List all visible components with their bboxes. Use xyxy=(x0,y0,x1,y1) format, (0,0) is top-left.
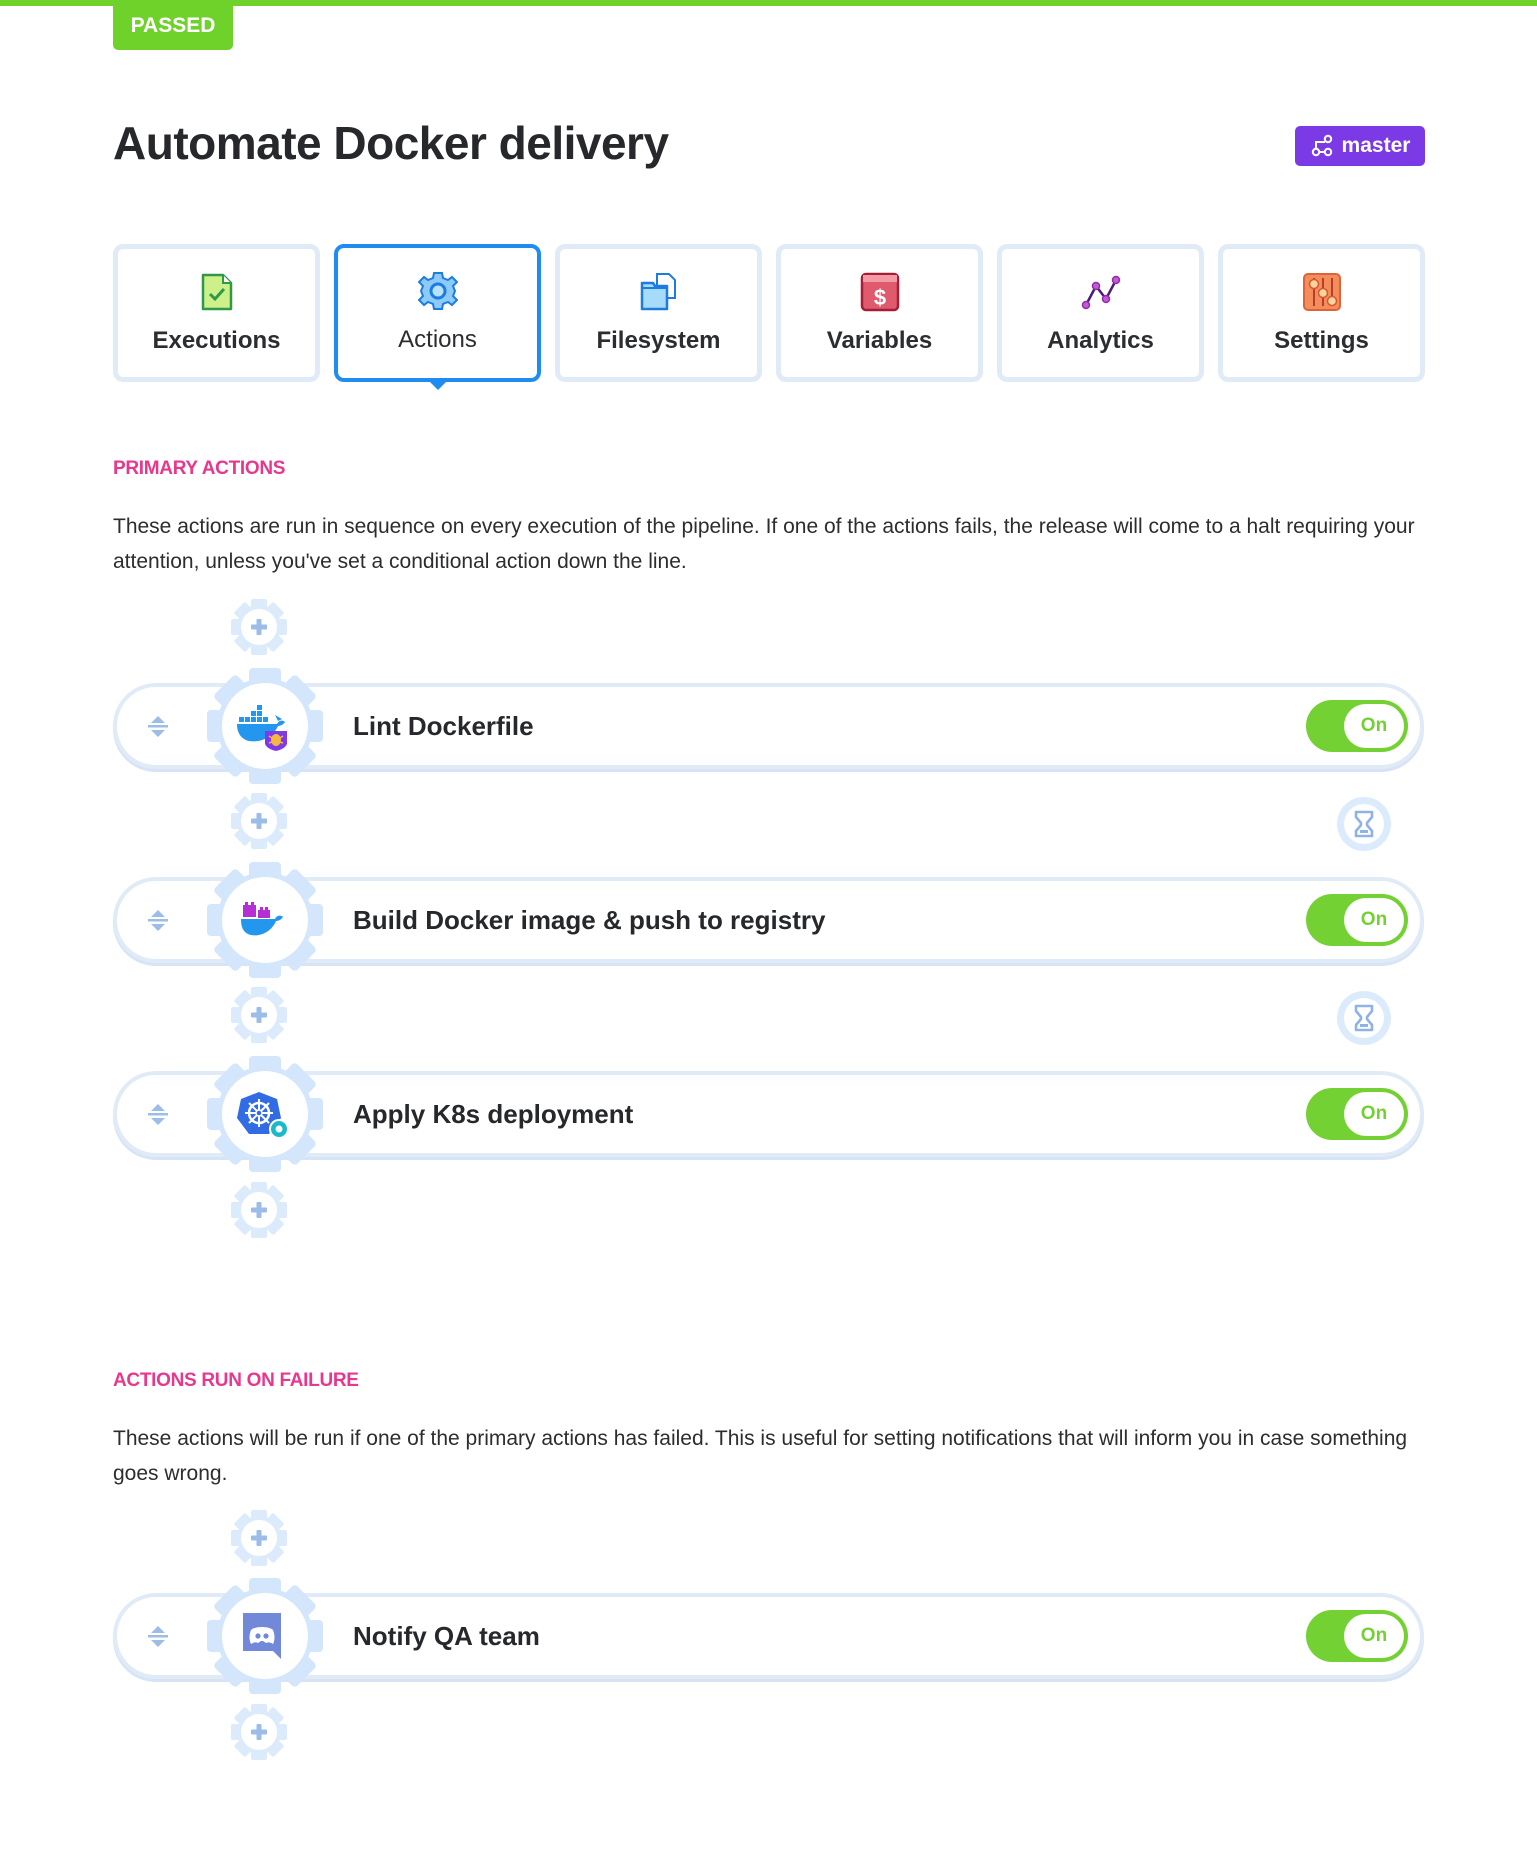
discord-icon xyxy=(243,1613,281,1659)
drag-handle-icon[interactable] xyxy=(143,1621,173,1651)
toggle-label: On xyxy=(1344,1614,1404,1658)
folder-files-icon xyxy=(638,271,680,313)
action-name: Notify QA team xyxy=(353,1621,540,1651)
docker-lint-icon xyxy=(237,705,287,751)
toggle-label: On xyxy=(1344,704,1404,748)
tab-variables[interactable]: $ Variables xyxy=(776,244,983,382)
drag-handle-icon[interactable] xyxy=(143,711,173,741)
drag-handle-icon[interactable] xyxy=(143,905,173,935)
action-toggle[interactable]: On xyxy=(1306,1610,1408,1662)
tab-label: Executions xyxy=(152,327,281,354)
toggle-label: On xyxy=(1344,1092,1404,1136)
page-title: Automate Docker delivery xyxy=(113,117,669,169)
primary-actions-heading: PRIMARY ACTIONS xyxy=(113,458,286,479)
tab-actions[interactable]: Actions xyxy=(334,244,541,390)
status-badge: PASSED xyxy=(113,0,233,50)
action-name: Build Docker image & push to registry xyxy=(353,905,826,935)
failure-actions-heading: ACTIONS RUN ON FAILURE xyxy=(113,1370,359,1391)
tab-settings[interactable]: Settings xyxy=(1218,244,1425,382)
tab-analytics[interactable]: Analytics xyxy=(997,244,1204,382)
toggle-label: On xyxy=(1344,898,1404,942)
action-toggle[interactable]: On xyxy=(1306,894,1408,946)
primary-actions-description: These actions are run in sequence on eve… xyxy=(113,515,1415,573)
gear-icon xyxy=(417,270,459,312)
tab-label: Settings xyxy=(1274,327,1369,354)
action-row-build-docker-image[interactable]: Build Docker image & push to registry On xyxy=(113,877,1424,963)
branch-name: master xyxy=(1341,134,1411,157)
tab-filesystem[interactable]: Filesystem xyxy=(555,244,762,382)
hourglass-icon[interactable] xyxy=(1336,796,1392,852)
docker-build-icon xyxy=(241,902,283,936)
tab-label: Variables xyxy=(826,327,933,354)
sliders-icon xyxy=(1301,271,1343,313)
tab-label: Filesystem xyxy=(596,327,721,354)
svg-text:$: $ xyxy=(873,285,885,310)
branch-icon xyxy=(1311,134,1332,157)
add-failure-action-button[interactable] xyxy=(231,1704,287,1760)
add-action-button[interactable] xyxy=(231,599,287,655)
add-failure-action-button[interactable] xyxy=(231,1510,287,1566)
tab-label: Analytics xyxy=(1047,327,1154,354)
active-tab-pointer xyxy=(429,382,446,390)
tab-executions[interactable]: Executions xyxy=(113,244,320,382)
line-chart-icon xyxy=(1080,271,1122,313)
failure-actions-description: These actions will be run if one of the … xyxy=(113,1427,1408,1485)
action-toggle[interactable]: On xyxy=(1306,700,1408,752)
hourglass-icon[interactable] xyxy=(1336,990,1392,1046)
add-action-button[interactable] xyxy=(231,793,287,849)
action-name: Apply K8s deployment xyxy=(353,1099,634,1129)
action-row-lint-dockerfile[interactable]: Lint Dockerfile On xyxy=(113,683,1424,769)
branch-badge[interactable]: master xyxy=(1295,126,1425,166)
action-toggle[interactable]: On xyxy=(1306,1088,1408,1140)
dollar-icon: $ xyxy=(859,271,901,313)
file-check-icon xyxy=(196,271,238,313)
action-row-apply-k8s[interactable]: Apply K8s deployment On xyxy=(113,1071,1424,1157)
tab-label: Actions xyxy=(398,326,477,353)
add-action-button[interactable] xyxy=(231,987,287,1043)
add-action-button[interactable] xyxy=(231,1182,287,1238)
action-row-notify-qa[interactable]: Notify QA team On xyxy=(113,1593,1424,1679)
kubernetes-icon xyxy=(237,1092,289,1139)
drag-handle-icon[interactable] xyxy=(143,1099,173,1129)
action-name: Lint Dockerfile xyxy=(353,711,534,741)
